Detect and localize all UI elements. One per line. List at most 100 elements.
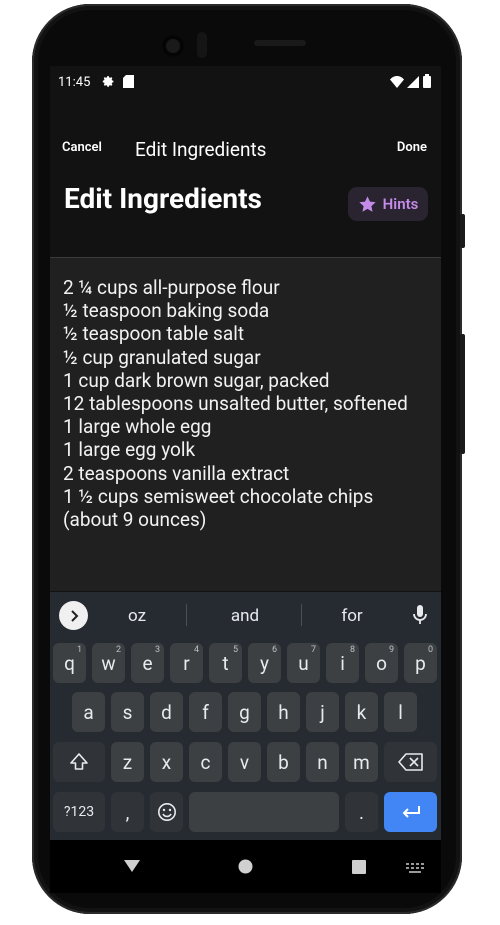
- key-label: g: [239, 700, 250, 724]
- key-label: d: [161, 700, 172, 724]
- suggestion-1[interactable]: oz: [112, 606, 162, 626]
- key-label: n: [317, 750, 328, 774]
- key-label: s: [122, 700, 133, 724]
- earpiece-speaker: [254, 40, 306, 46]
- backspace-key[interactable]: [384, 742, 437, 782]
- hints-label: Hints: [382, 195, 419, 213]
- front-camera: [162, 35, 184, 57]
- ingredients-text[interactable]: 2 ¼ cups all-purpose flour ½ teaspoon ba…: [63, 276, 433, 531]
- key-label: e: [142, 651, 153, 675]
- page-title: Edit Ingredients: [64, 182, 262, 215]
- key-s[interactable]: s: [111, 692, 144, 732]
- key-u[interactable]: u7: [287, 643, 320, 683]
- key-c[interactable]: c: [189, 742, 222, 782]
- status-bar: 11:45: [50, 66, 441, 98]
- key-r[interactable]: r4: [170, 643, 203, 683]
- key-x[interactable]: x: [150, 742, 183, 782]
- enter-key[interactable]: [384, 792, 437, 832]
- suggestion-divider: [301, 604, 302, 626]
- ingredients-text-area[interactable]: 2 ¼ cups all-purpose flour ½ teaspoon ba…: [50, 258, 441, 591]
- home-icon[interactable]: [238, 859, 253, 878]
- key-l[interactable]: l: [384, 692, 417, 732]
- star-icon: [358, 195, 377, 214]
- key-label: l: [398, 700, 403, 724]
- emoji-key[interactable]: [150, 792, 183, 832]
- microphone-icon[interactable]: [412, 604, 428, 630]
- key-number: 5: [232, 645, 238, 655]
- keyboard-switch-icon[interactable]: [406, 860, 424, 879]
- space-bar[interactable]: [189, 792, 339, 832]
- key-n[interactable]: n: [306, 742, 339, 782]
- symbols-key[interactable]: ?123: [53, 792, 105, 832]
- comma-key[interactable]: ,: [111, 792, 144, 832]
- gear-icon: [102, 75, 115, 92]
- shift-icon: [69, 752, 89, 772]
- key-t[interactable]: t5: [209, 643, 242, 683]
- period-key[interactable]: .: [345, 792, 378, 832]
- key-j[interactable]: j: [306, 692, 339, 732]
- wifi-icon: [390, 76, 404, 92]
- battery-icon: [423, 74, 431, 92]
- recents-icon[interactable]: [352, 859, 366, 878]
- key-number: 0: [427, 645, 433, 655]
- key-h[interactable]: h: [267, 692, 300, 732]
- cancel-button[interactable]: Cancel: [62, 140, 102, 155]
- key-b[interactable]: b: [267, 742, 300, 782]
- sim-card-icon: [123, 75, 134, 92]
- volume-button: [460, 214, 465, 248]
- key-d[interactable]: d: [150, 692, 183, 732]
- key-m[interactable]: m: [345, 742, 378, 782]
- key-v[interactable]: v: [228, 742, 261, 782]
- key-label: j: [320, 700, 325, 724]
- key-o[interactable]: o9: [365, 643, 398, 683]
- key-k[interactable]: k: [345, 692, 378, 732]
- backspace-icon: [397, 753, 424, 771]
- key-label: v: [239, 750, 250, 774]
- suggestion-2[interactable]: and: [220, 606, 270, 626]
- enter-icon: [400, 804, 422, 820]
- suggestion-3[interactable]: for: [327, 606, 377, 626]
- signal-icon: [407, 76, 419, 92]
- key-number: 7: [310, 645, 316, 655]
- key-label: t: [222, 651, 229, 675]
- key-label: u: [298, 651, 309, 675]
- app-bar-title: Edit Ingredients: [135, 138, 267, 161]
- hints-button[interactable]: Hints: [348, 187, 428, 221]
- front-sensor: [197, 32, 207, 58]
- key-label: x: [161, 750, 172, 774]
- key-number: 4: [193, 645, 199, 655]
- key-g[interactable]: g: [228, 692, 261, 732]
- key-f[interactable]: f: [189, 692, 222, 732]
- key-label: o: [376, 651, 387, 675]
- key-a[interactable]: a: [72, 692, 105, 732]
- key-e[interactable]: e3: [131, 643, 164, 683]
- shift-key[interactable]: [53, 742, 105, 782]
- key-label: c: [200, 750, 211, 774]
- key-w[interactable]: w2: [92, 643, 125, 683]
- key-label: i: [340, 651, 345, 675]
- key-label: z: [122, 750, 133, 774]
- key-label: a: [83, 700, 94, 724]
- key-label: k: [356, 700, 367, 724]
- key-q[interactable]: q1: [53, 643, 86, 683]
- key-label: h: [278, 700, 289, 724]
- key-label: ?123: [63, 804, 95, 820]
- key-number: 8: [349, 645, 355, 655]
- status-time: 11:45: [58, 75, 91, 90]
- key-number: 9: [388, 645, 394, 655]
- key-p[interactable]: p0: [404, 643, 437, 683]
- key-label: b: [278, 750, 289, 774]
- key-i[interactable]: i8: [326, 643, 359, 683]
- key-label: f: [202, 700, 209, 724]
- key-number: 6: [271, 645, 277, 655]
- expand-toolbar-button[interactable]: [59, 601, 88, 630]
- key-label: q: [64, 651, 75, 675]
- chevron-right-icon: [67, 609, 81, 623]
- key-label: r: [183, 651, 190, 675]
- key-number: 2: [115, 645, 121, 655]
- suggestion-strip: oz and for: [50, 592, 441, 638]
- back-icon[interactable]: [123, 858, 141, 877]
- done-button[interactable]: Done: [397, 140, 427, 155]
- key-y[interactable]: y6: [248, 643, 281, 683]
- key-z[interactable]: z: [111, 742, 144, 782]
